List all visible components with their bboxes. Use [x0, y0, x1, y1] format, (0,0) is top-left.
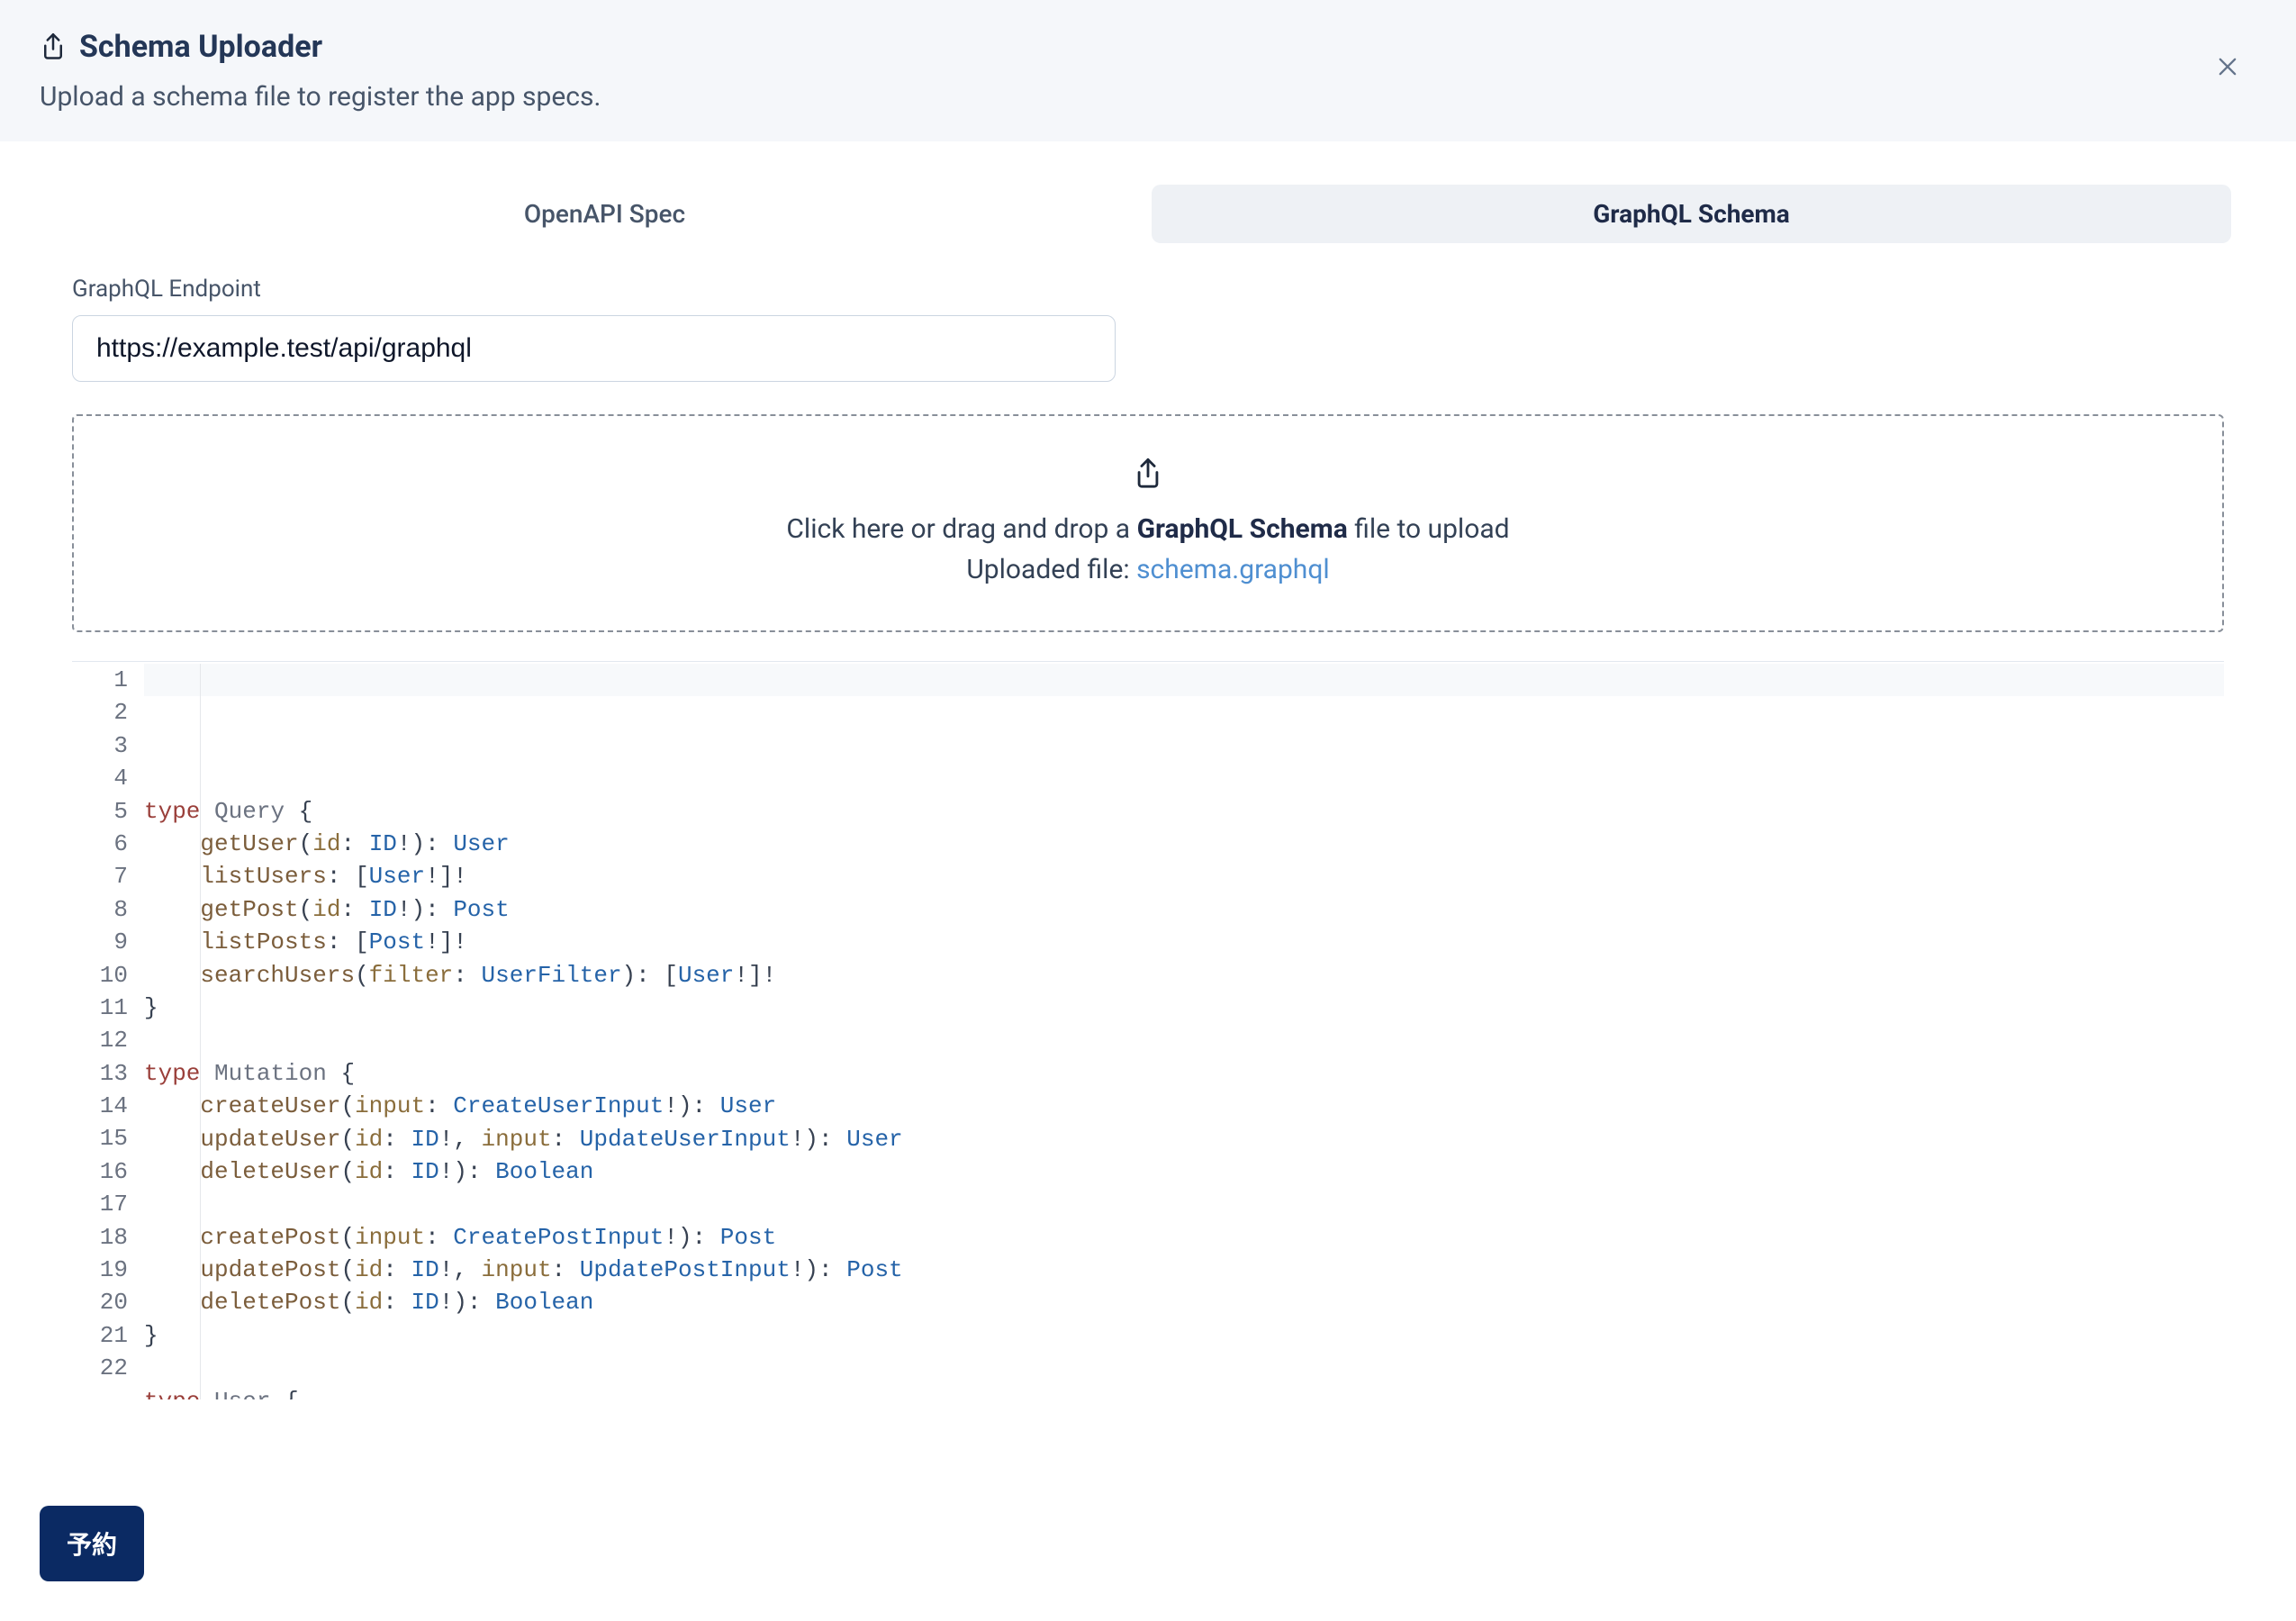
tab-graphql[interactable]: GraphQL Schema — [1152, 185, 2231, 243]
code-area[interactable]: type Query { getUser(id: ID!): User list… — [144, 662, 2224, 1399]
tab-openapi[interactable]: OpenAPI Spec — [65, 185, 1144, 243]
uploaded-filename: schema.graphql — [1136, 554, 1330, 585]
endpoint-field: GraphQL Endpoint — [72, 276, 2224, 382]
close-button[interactable] — [2206, 45, 2249, 88]
dropzone-uploaded: Uploaded file: schema.graphql — [92, 554, 2204, 585]
dialog-subtitle: Upload a schema file to register the app… — [40, 81, 2256, 113]
title-row: Schema Uploader — [40, 29, 2256, 65]
endpoint-label: GraphQL Endpoint — [72, 276, 2224, 303]
dropzone-instruction: Click here or drag and drop a GraphQL Sc… — [92, 513, 2204, 545]
uploaded-label: Uploaded file: — [966, 554, 1136, 585]
code-content: type Query { getUser(id: ID!): User list… — [144, 795, 2224, 1399]
dropzone-bold: GraphQL Schema — [1137, 513, 1348, 545]
code-editor[interactable]: 12345678910111213141516171819202122 type… — [72, 661, 2224, 1399]
line-gutter: 12345678910111213141516171819202122 — [72, 662, 144, 1399]
dropzone-prefix: Click here or drag and drop a — [786, 513, 1136, 545]
endpoint-input[interactable] — [72, 315, 1116, 382]
tabs: OpenAPI Spec GraphQL Schema — [65, 185, 2231, 243]
dropzone-suffix: file to upload — [1348, 513, 1510, 545]
reserve-button[interactable]: 予約 — [40, 1506, 144, 1581]
upload-icon — [1133, 456, 1163, 492]
dialog-header: Schema Uploader Upload a schema file to … — [0, 0, 2296, 141]
file-dropzone[interactable]: Click here or drag and drop a GraphQL Sc… — [72, 414, 2224, 632]
active-line-highlight — [144, 664, 2224, 696]
dialog-title: Schema Uploader — [79, 29, 322, 65]
upload-icon — [40, 31, 67, 63]
dialog-content: OpenAPI Spec GraphQL Schema GraphQL Endp… — [0, 141, 2296, 1399]
